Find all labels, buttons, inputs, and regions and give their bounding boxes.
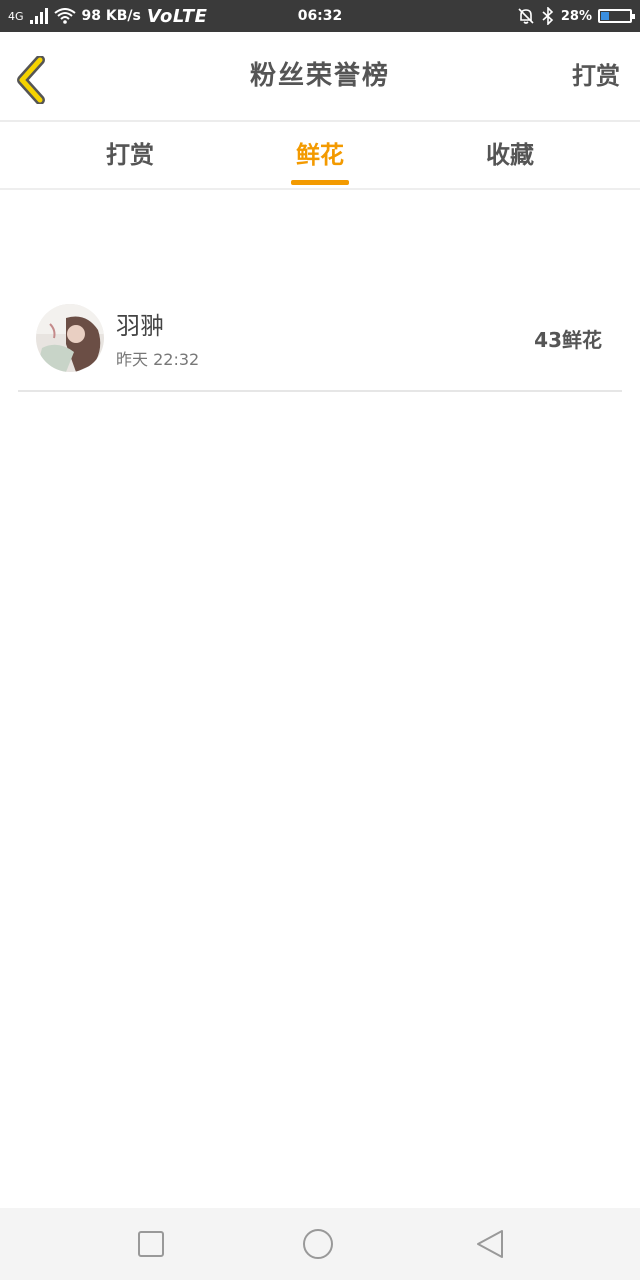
list-item[interactable]: 羽翀 昨天 22:32 43鲜花 xyxy=(18,290,622,392)
battery-level xyxy=(601,12,609,20)
avatar[interactable] xyxy=(36,304,104,372)
bluetooth-icon xyxy=(542,7,554,25)
recent-apps-button[interactable] xyxy=(135,1228,167,1260)
header: 粉丝荣誉榜 打赏 xyxy=(0,32,640,122)
tab-bar: 打赏 鲜花 收藏 xyxy=(0,122,640,190)
tab-label: 打赏 xyxy=(106,141,154,169)
page-title: 粉丝荣誉榜 xyxy=(249,61,390,91)
active-tab-indicator xyxy=(291,180,349,185)
tab-reward[interactable]: 打赏 xyxy=(70,122,190,188)
tab-favorites[interactable]: 收藏 xyxy=(450,122,570,188)
tab-label: 鲜花 xyxy=(296,141,344,169)
user-name: 羽翀 xyxy=(116,312,164,340)
timestamp: 昨天 22:32 xyxy=(116,350,200,369)
reward-button[interactable]: 打赏 xyxy=(572,32,620,120)
flower-count: 43鲜花 xyxy=(534,328,602,352)
navigation-bar xyxy=(0,1208,640,1280)
status-bar: 4G 98 KB/s VoLTE 06:32 28% xyxy=(0,0,640,32)
battery-icon xyxy=(598,9,635,23)
battery-percent: 28% xyxy=(560,8,592,24)
status-right: 28% xyxy=(517,0,635,32)
home-button[interactable] xyxy=(302,1228,334,1260)
nav-back-button[interactable] xyxy=(474,1228,506,1260)
tab-flowers[interactable]: 鲜花 xyxy=(260,122,380,188)
bell-muted-icon xyxy=(518,8,534,24)
tab-label: 收藏 xyxy=(486,141,534,169)
